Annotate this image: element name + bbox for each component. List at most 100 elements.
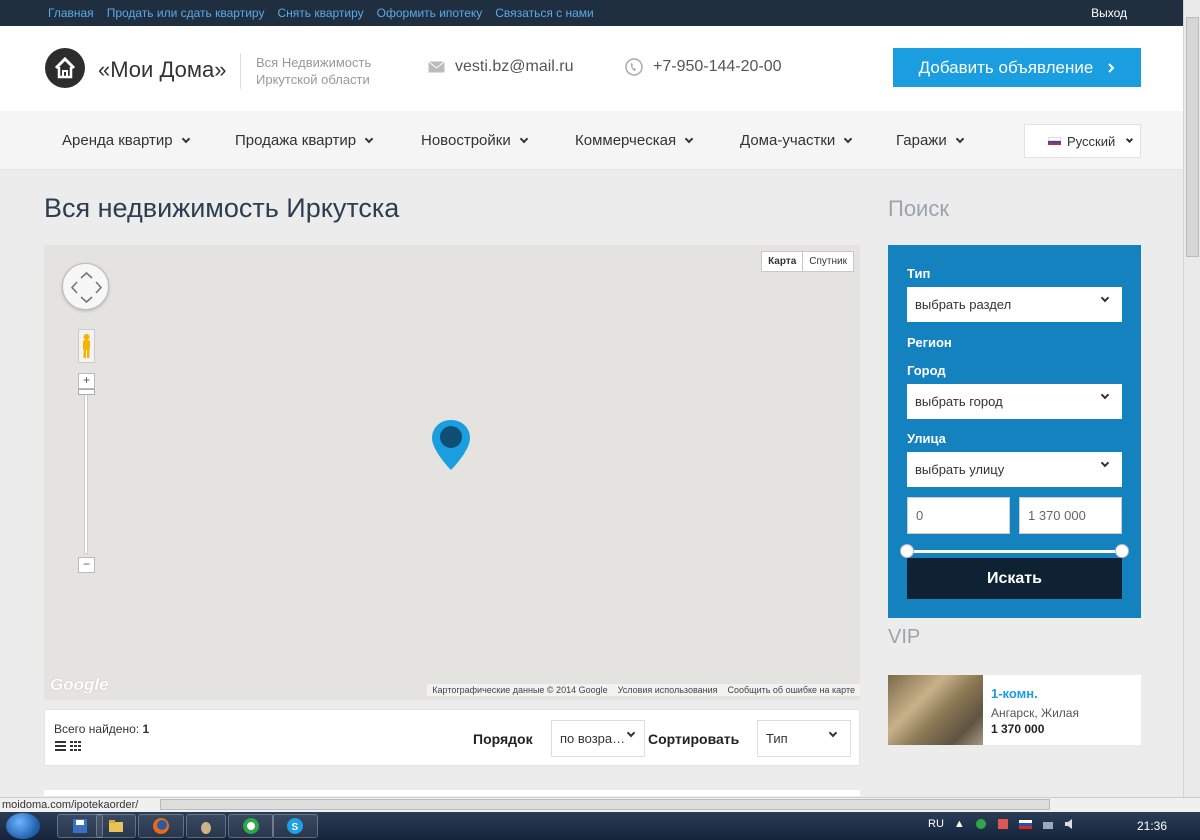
- vip-listing-card[interactable]: 1-комн. Ангарск, Жилая 1 370 000: [888, 675, 1141, 745]
- floppy-icon: [73, 819, 87, 833]
- svg-text:S: S: [292, 822, 299, 833]
- list-view-icon[interactable]: [55, 741, 66, 751]
- map-type-toggle: Карта Спутник: [761, 251, 854, 272]
- chevron-down-icon: [364, 134, 374, 143]
- phone-text[interactable]: +7-950-144-20-00: [653, 58, 782, 76]
- zoom-out-button[interactable]: −: [78, 557, 95, 573]
- top-bar: Главная Продать или сдать квартиру Снять…: [0, 0, 1183, 26]
- mail-icon: [428, 61, 445, 73]
- vip-listing-name[interactable]: 1-комн.: [991, 686, 1038, 701]
- logo-name[interactable]: «Мои Дома»: [98, 57, 226, 83]
- language-select[interactable]: Русский: [1024, 124, 1141, 158]
- tray-expand-icon[interactable]: ▲: [954, 818, 965, 830]
- chevron-down-icon: [181, 134, 190, 143]
- type-select-value: выбрать раздел: [915, 297, 1012, 312]
- top-link-home[interactable]: Главная: [48, 6, 94, 20]
- tray-app-icon[interactable]: [975, 818, 987, 830]
- sort-select-value: Тип: [766, 731, 788, 746]
- city-select-value: выбрать город: [915, 394, 1003, 409]
- nav-new-buildings[interactable]: Новостройки: [421, 132, 528, 149]
- price-range-min-handle[interactable]: [900, 544, 914, 558]
- nav-label: Коммерческая: [575, 132, 677, 149]
- order-select[interactable]: по возра…: [551, 720, 645, 757]
- tray-speaker-icon[interactable]: [1064, 818, 1076, 830]
- taskbar-app-5[interactable]: [228, 814, 274, 838]
- main-nav: Аренда квартир Продажа квартир Новострой…: [0, 111, 1183, 170]
- logo-house-icon[interactable]: [45, 48, 85, 88]
- pan-control[interactable]: [62, 263, 109, 310]
- city-label: Город: [907, 363, 946, 378]
- nav-houses-plots[interactable]: Дома-участки: [740, 132, 853, 149]
- nav-rent-apartments[interactable]: Аренда квартир: [62, 132, 190, 149]
- street-select[interactable]: выбрать улицу: [907, 452, 1122, 487]
- site-header: «Мои Дома» Вся Недвижимость Иркутской об…: [0, 26, 1183, 111]
- price-min-value: 0: [916, 508, 924, 523]
- pan-arrows-icon: [70, 271, 103, 304]
- map-type-map[interactable]: Карта: [762, 252, 804, 271]
- map-report-link[interactable]: Сообщить об ошибке на карте: [723, 684, 860, 696]
- start-button-icon[interactable]: [6, 813, 40, 839]
- zoom-in-button[interactable]: +: [78, 373, 95, 389]
- nav-sale-apartments[interactable]: Продажа квартир: [235, 132, 374, 149]
- keyboard-layout[interactable]: RU: [928, 818, 944, 830]
- search-panel: Тип выбрать раздел Регион Город выбрать …: [888, 245, 1141, 618]
- view-toggle: [55, 741, 81, 751]
- street-view-pegman-icon[interactable]: [78, 329, 95, 363]
- tray-network-icon[interactable]: [1042, 818, 1054, 830]
- taskbar-app-2[interactable]: [96, 814, 136, 838]
- language-label: Русский: [1067, 133, 1116, 149]
- chevron-down-icon: [1126, 135, 1134, 143]
- top-link-mortgage[interactable]: Оформить ипотеку: [377, 6, 483, 20]
- pear-icon: [201, 822, 211, 834]
- horizontal-scrollbar[interactable]: [160, 799, 1050, 810]
- search-button[interactable]: Искать: [907, 558, 1122, 599]
- map-attribution: Картографические данные © 2014 Google Ус…: [427, 684, 860, 696]
- zoom-slider-track[interactable]: [84, 392, 88, 554]
- logo-subtitle: Вся Недвижимость Иркутской области: [256, 55, 372, 87]
- add-listing-button[interactable]: Добавить объявление: [893, 48, 1141, 87]
- russia-flag-icon: [1048, 136, 1061, 146]
- price-max-input[interactable]: 1 370 000: [1019, 497, 1122, 534]
- nav-label: Гаражи: [896, 132, 947, 149]
- region-label: Регион: [907, 335, 952, 350]
- vertical-scrollbar-thumb[interactable]: [1186, 17, 1199, 257]
- nav-garages[interactable]: Гаражи: [896, 132, 964, 149]
- vip-listing-price: 1 370 000: [991, 722, 1045, 736]
- city-select[interactable]: выбрать город: [907, 384, 1122, 419]
- logout-link[interactable]: Выход: [1091, 6, 1127, 20]
- top-link-contact[interactable]: Связаться с нами: [495, 6, 593, 20]
- top-link-rent[interactable]: Снять квартиру: [277, 6, 363, 20]
- chevron-down-icon: [828, 728, 838, 738]
- tray-flag-icon[interactable]: [1018, 819, 1032, 829]
- order-label: Порядок: [473, 731, 533, 747]
- chevron-down-icon: [1100, 390, 1110, 400]
- results-count: Всего найдено: 1: [54, 722, 149, 736]
- nav-commercial[interactable]: Коммерческая: [575, 132, 694, 149]
- nav-label: Аренда квартир: [62, 132, 173, 149]
- taskbar-clock[interactable]: 21:36: [1137, 819, 1167, 833]
- price-min-input[interactable]: 0: [907, 497, 1010, 534]
- taskbar-app-6[interactable]: S: [272, 814, 318, 838]
- tray-tool-icon[interactable]: [997, 818, 1009, 830]
- map-type-satellite[interactable]: Спутник: [803, 252, 853, 271]
- email-text[interactable]: vesti.bz@mail.ru: [455, 58, 574, 76]
- results-count-label: Всего найдено:: [54, 722, 140, 736]
- zoom-slider-handle[interactable]: [78, 389, 95, 395]
- taskbar-app-3[interactable]: [138, 814, 184, 838]
- vip-listing-location: Ангарск, Жилая: [991, 706, 1079, 720]
- vip-listing-photo[interactable]: [888, 675, 983, 745]
- price-range-max-handle[interactable]: [1115, 544, 1129, 558]
- map-view[interactable]: Карта Спутник + − Google Картографически…: [44, 245, 860, 700]
- skype-icon: S: [287, 818, 303, 834]
- chevron-down-icon: [844, 134, 853, 143]
- map-marker-icon[interactable]: [431, 418, 471, 477]
- top-link-sell[interactable]: Продать или сдать квартиру: [107, 6, 265, 20]
- taskbar-app-4[interactable]: [186, 814, 226, 838]
- grid-view-icon[interactable]: [70, 741, 81, 751]
- map-terms-link[interactable]: Условия использования: [613, 684, 723, 696]
- sort-select[interactable]: Тип: [757, 720, 851, 757]
- order-select-value: по возра…: [560, 731, 626, 746]
- type-select[interactable]: выбрать раздел: [907, 287, 1122, 322]
- vertical-scrollbar[interactable]: [1183, 0, 1200, 797]
- price-range-track[interactable]: [907, 550, 1122, 553]
